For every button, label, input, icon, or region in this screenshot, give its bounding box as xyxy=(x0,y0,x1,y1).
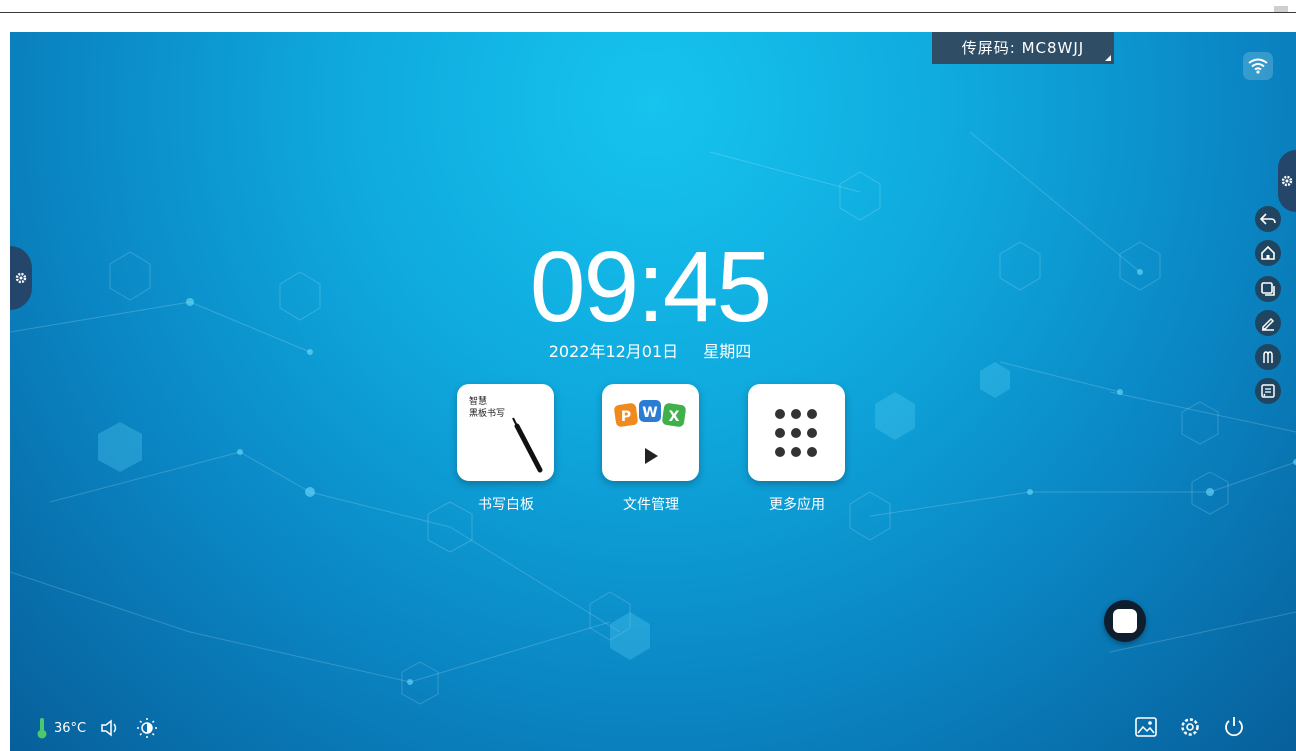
right-sidebar-toggle[interactable] xyxy=(1278,150,1296,212)
app-label-file-manager: 文件管理 xyxy=(623,497,679,513)
gear-icon xyxy=(1281,175,1293,187)
app-whiteboard[interactable]: 智慧 黑板书写 xyxy=(457,384,554,481)
whiteboard-icon-text-2: 黑板书写 xyxy=(469,407,505,419)
back-arrow-icon xyxy=(1260,213,1276,225)
app-more[interactable] xyxy=(748,384,845,481)
multitask-icon xyxy=(1261,282,1275,296)
file-manager-icon: P W X xyxy=(614,400,686,464)
top-border-line xyxy=(0,12,1296,13)
whiteboard-icon-text-1: 智慧 xyxy=(469,395,487,407)
desktop-screen: 传屏码: MC8WJJ 09:45 2022年12月01日 星期四 智慧 黑板书… xyxy=(10,32,1296,751)
wallpaper-button[interactable] xyxy=(1131,712,1161,742)
window-list-icon xyxy=(1261,384,1275,398)
annotate-button[interactable] xyxy=(1255,310,1281,336)
clock-time: 09:45 xyxy=(529,231,772,343)
gear-icon xyxy=(1181,718,1199,736)
image-icon xyxy=(1135,717,1157,737)
home-button[interactable] xyxy=(1255,240,1281,266)
app-label-more: 更多应用 xyxy=(769,497,825,513)
volume-button[interactable] xyxy=(100,719,122,737)
pen-icon xyxy=(1262,317,1275,331)
date-text: 2022年12月01日 xyxy=(548,342,679,361)
temperature-indicator: 36°C xyxy=(36,717,86,739)
status-bar: 36°C xyxy=(36,716,172,740)
thermometer-icon xyxy=(37,718,47,739)
recent-apps-button[interactable] xyxy=(1255,276,1281,302)
app-file-manager[interactable]: P W X xyxy=(602,384,699,481)
power-button[interactable] xyxy=(1219,712,1249,742)
speaker-icon xyxy=(101,719,117,737)
touch-lock-button[interactable] xyxy=(1255,344,1281,370)
cast-code-corner xyxy=(1105,55,1111,61)
cast-screen-code[interactable]: 传屏码: MC8WJJ xyxy=(932,32,1114,64)
temperature-value: 36°C xyxy=(54,720,87,736)
bottom-right-controls xyxy=(1117,712,1249,742)
finger-touch-icon xyxy=(1263,351,1273,363)
corner-mark xyxy=(1274,6,1288,12)
clock-date: 2022年12月01日 星期四 xyxy=(490,338,810,362)
wifi-icon[interactable] xyxy=(1243,52,1273,80)
floating-button-inner xyxy=(1113,609,1137,633)
app-label-whiteboard: 书写白板 xyxy=(478,497,534,513)
power-icon xyxy=(1225,717,1243,737)
more-apps-grid-icon xyxy=(775,409,817,457)
excel-letter: X xyxy=(669,409,680,425)
weekday-text: 星期四 xyxy=(703,342,752,361)
gear-icon xyxy=(15,272,27,284)
home-icon xyxy=(1261,245,1275,260)
cast-code-text: 传屏码: MC8WJJ xyxy=(961,39,1085,57)
brightness-button[interactable] xyxy=(136,717,158,739)
sidebar-menu-button[interactable] xyxy=(1255,378,1281,404)
floating-assistive-button[interactable] xyxy=(1104,600,1146,642)
whiteboard-icon: 智慧 黑板书写 xyxy=(469,395,543,473)
word-letter: W xyxy=(642,405,657,421)
back-button[interactable] xyxy=(1255,206,1281,232)
settings-button[interactable] xyxy=(1175,712,1205,742)
brightness-icon xyxy=(137,718,158,738)
ppt-letter: P xyxy=(621,409,631,425)
